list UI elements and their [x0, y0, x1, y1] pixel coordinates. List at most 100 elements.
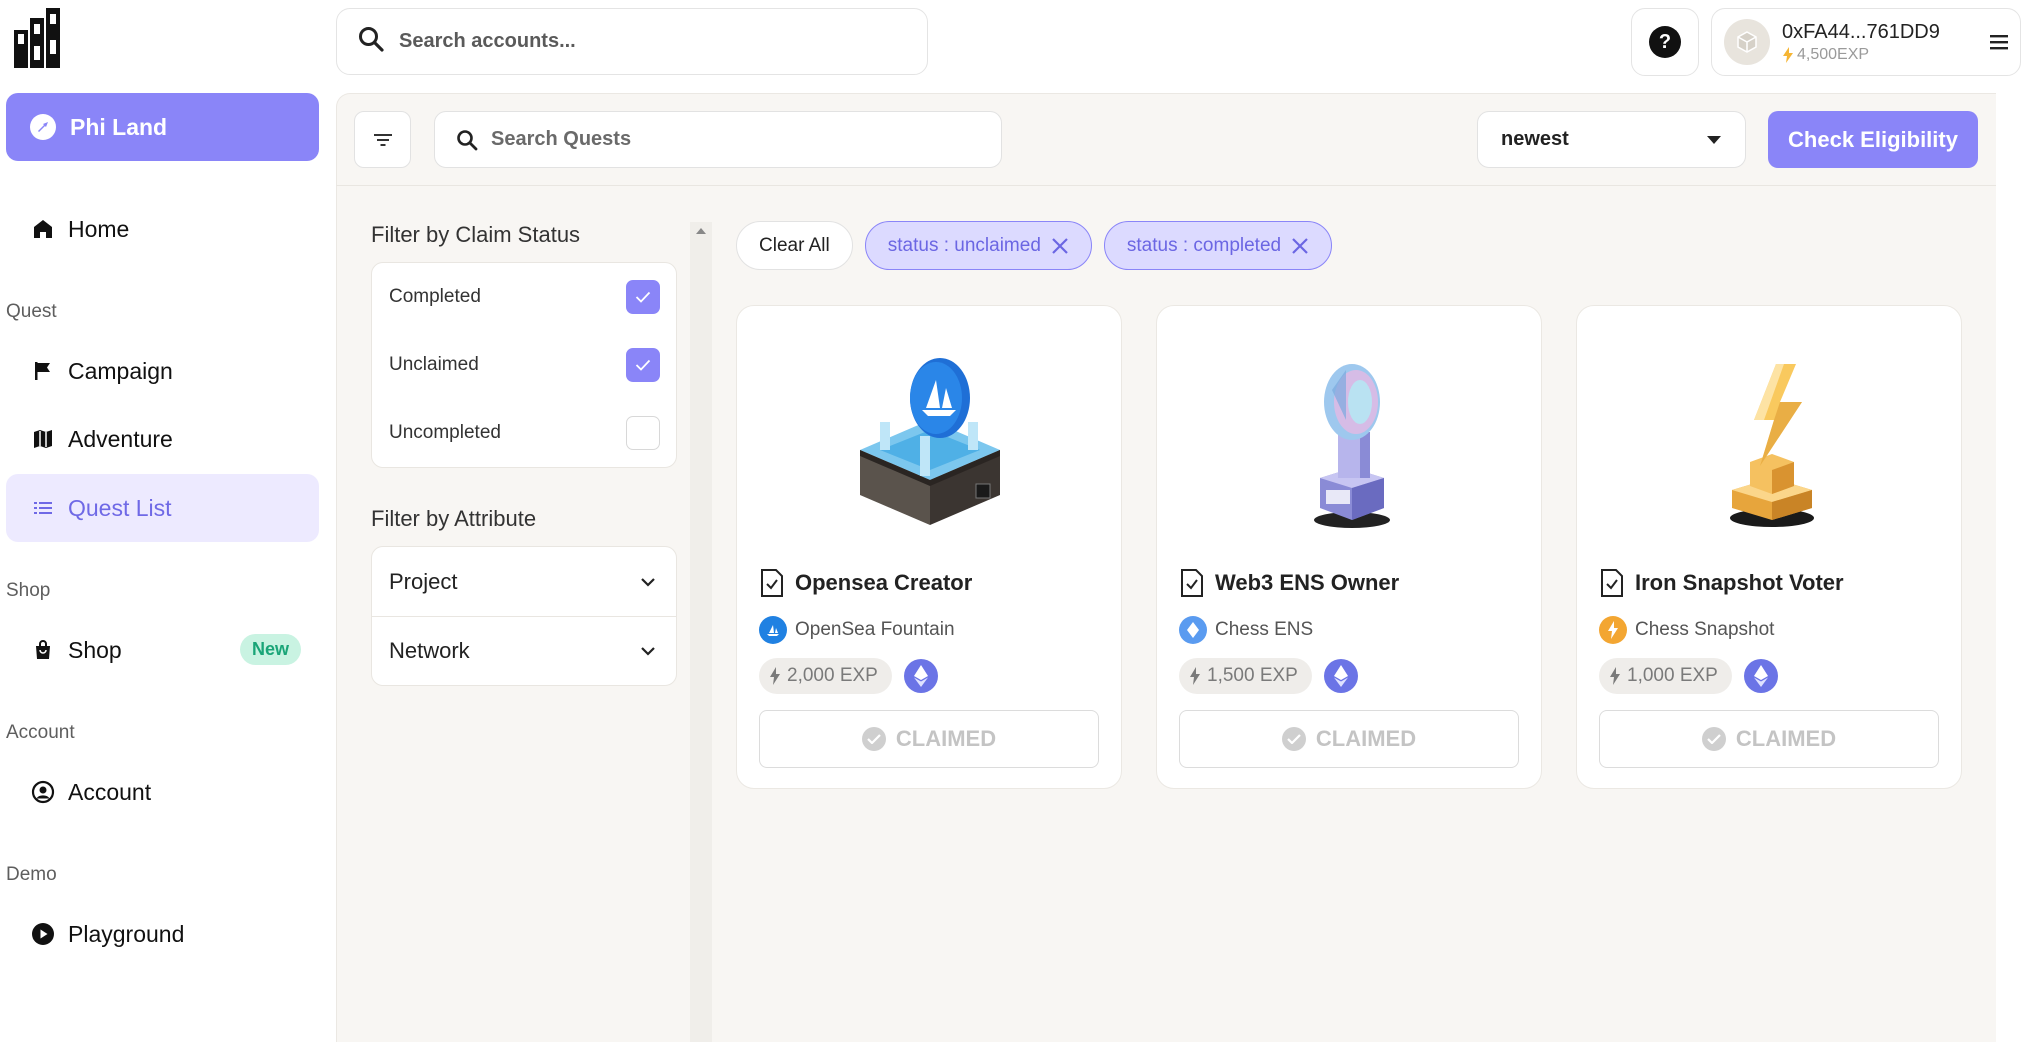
quest-card[interactable]: Web3 ENS Owner Chess ENS 1,500 EXP CLAIM…	[1156, 305, 1542, 789]
quest-card[interactable]: Opensea Creator OpenSea Fountain 2,000 E…	[736, 305, 1122, 789]
section-label-demo: Demo	[6, 864, 57, 885]
sidebar-item-label: Playground	[68, 920, 185, 947]
flag-icon	[28, 356, 58, 386]
filter-option-label: Uncompleted	[389, 422, 501, 443]
network-accordion[interactable]: Network	[372, 616, 676, 685]
claim-status-title: Filter by Claim Status	[371, 222, 581, 247]
phi-land-label: Phi Land	[70, 113, 168, 140]
sidebar-item-label: Campaign	[68, 357, 173, 384]
claim-status-options: Completed Unclaimed Uncompleted	[371, 262, 677, 468]
account-menu-button[interactable]: 0xFA44...761DD9 4,500EXP	[1711, 8, 2021, 76]
lightning-icon	[1190, 667, 1200, 685]
ethereum-icon	[903, 659, 938, 693]
sort-value: newest	[1501, 128, 1569, 150]
sidebar-item-quest-list[interactable]: Quest List	[6, 474, 319, 542]
sort-select[interactable]: newest	[1477, 111, 1746, 168]
check-eligibility-button[interactable]: Check Eligibility	[1768, 111, 1978, 168]
opensea-icon	[759, 616, 787, 644]
account-search-input[interactable]	[399, 30, 899, 53]
page-scrollbar[interactable]	[1996, 93, 2024, 1042]
active-filter-chips: Clear All status : unclaimed status : co…	[736, 221, 1333, 270]
filter-option-unclaimed[interactable]: Unclaimed	[372, 331, 676, 399]
lightning-icon	[1783, 46, 1793, 63]
sidebar: Phi Land Home Quest Campaign Adventure Q…	[0, 0, 336, 1042]
exp-pill: 2,000 EXP	[759, 658, 892, 694]
accordion-label: Project	[389, 568, 458, 594]
lightning-icon	[1610, 667, 1620, 685]
ens-icon	[1179, 616, 1207, 644]
uncompleted-checkbox[interactable]	[626, 416, 660, 450]
claim-status-label: CLAIMED	[1315, 726, 1417, 751]
filter-option-label: Completed	[389, 286, 481, 307]
sidebar-item-shop[interactable]: Shop New	[6, 616, 319, 684]
filter-chip-unclaimed[interactable]: status : unclaimed	[864, 221, 1092, 270]
claim-status-label: CLAIMED	[895, 726, 997, 751]
quest-title-text: Opensea Creator	[795, 570, 973, 595]
sidebar-item-account[interactable]: Account	[6, 758, 319, 826]
project-accordion[interactable]: Project	[372, 547, 676, 616]
filter-panel: Filter by Claim Status Completed Unclaim…	[371, 222, 677, 686]
toolbar-divider	[336, 185, 1996, 186]
unclaimed-checkbox[interactable]	[626, 348, 660, 382]
quest-reward: 1,500 EXP	[1179, 658, 1358, 694]
filter-option-label: Unclaimed	[389, 354, 479, 375]
sidebar-item-adventure[interactable]: Adventure	[6, 405, 319, 473]
quest-reward: 1,000 EXP	[1599, 658, 1778, 694]
help-icon: ?	[1649, 26, 1681, 58]
account-search[interactable]	[336, 8, 928, 75]
opensea-fountain-image	[737, 350, 1123, 530]
filter-option-completed[interactable]: Completed	[372, 263, 676, 331]
check-circle-icon	[1281, 727, 1306, 751]
phi-land-button[interactable]: Phi Land	[6, 93, 319, 161]
sidebar-item-label: Adventure	[68, 425, 173, 452]
lightning-icon	[770, 667, 780, 685]
claimed-button[interactable]: CLAIMED	[759, 710, 1099, 768]
claimed-button[interactable]: CLAIMED	[1599, 710, 1939, 768]
quest-title: Opensea Creator	[759, 568, 972, 598]
attribute-options: Project Network	[371, 546, 677, 686]
sidebar-item-campaign[interactable]: Campaign	[6, 337, 319, 405]
close-icon[interactable]	[1051, 237, 1069, 255]
section-label-quest: Quest	[6, 301, 57, 322]
account-exp: 4,500EXP	[1782, 46, 1940, 64]
phi-logo[interactable]	[12, 4, 68, 74]
chess-snapshot-image	[1577, 350, 1963, 530]
filter-icon	[373, 133, 392, 146]
quest-search[interactable]	[434, 111, 1002, 168]
phi-land-icon	[30, 114, 56, 140]
new-badge: New	[239, 634, 301, 665]
document-check-icon	[761, 569, 783, 597]
document-check-icon	[1601, 569, 1623, 597]
snapshot-icon	[1599, 616, 1627, 644]
completed-checkbox[interactable]	[626, 280, 660, 314]
clear-all-button[interactable]: Clear All	[736, 221, 853, 270]
quest-card[interactable]: Iron Snapshot Voter Chess Snapshot 1,000…	[1576, 305, 1962, 789]
sidebar-item-playground[interactable]: Playground	[6, 900, 319, 968]
filter-chip-completed[interactable]: status : completed	[1103, 221, 1333, 270]
hamburger-menu-icon[interactable]	[1988, 31, 2010, 53]
chip-label: status : completed	[1126, 234, 1282, 256]
filter-toggle-button[interactable]	[354, 111, 411, 168]
help-button[interactable]: ?	[1631, 8, 1699, 76]
sidebar-item-home[interactable]: Home	[6, 195, 319, 263]
play-circle-icon	[28, 919, 58, 949]
chevron-down-icon	[641, 647, 655, 656]
claim-status-label: CLAIMED	[1735, 726, 1837, 751]
filter-panel-scrollbar[interactable]	[690, 222, 712, 1042]
wallet-address: 0xFA44...761DD9	[1782, 20, 1940, 43]
close-icon[interactable]	[1291, 237, 1309, 255]
sidebar-item-label: Home	[68, 215, 130, 242]
quest-source: Chess Snapshot	[1599, 616, 1774, 644]
quest-search-input[interactable]	[491, 128, 971, 151]
claimed-button[interactable]: CLAIMED	[1179, 710, 1519, 768]
quest-reward: 2,000 EXP	[759, 658, 938, 694]
quest-title: Iron Snapshot Voter	[1599, 568, 1844, 598]
scroll-up-arrow-icon[interactable]	[696, 228, 706, 234]
exp-value: 1,500 EXP	[1207, 665, 1298, 686]
quest-source-text: Chess Snapshot	[1635, 619, 1775, 640]
filter-option-uncompleted[interactable]: Uncompleted	[372, 399, 676, 467]
quest-source: OpenSea Fountain	[759, 616, 955, 644]
search-icon	[357, 25, 385, 58]
quest-title: Web3 ENS Owner	[1179, 568, 1399, 598]
exp-value: 2,000 EXP	[787, 665, 878, 686]
